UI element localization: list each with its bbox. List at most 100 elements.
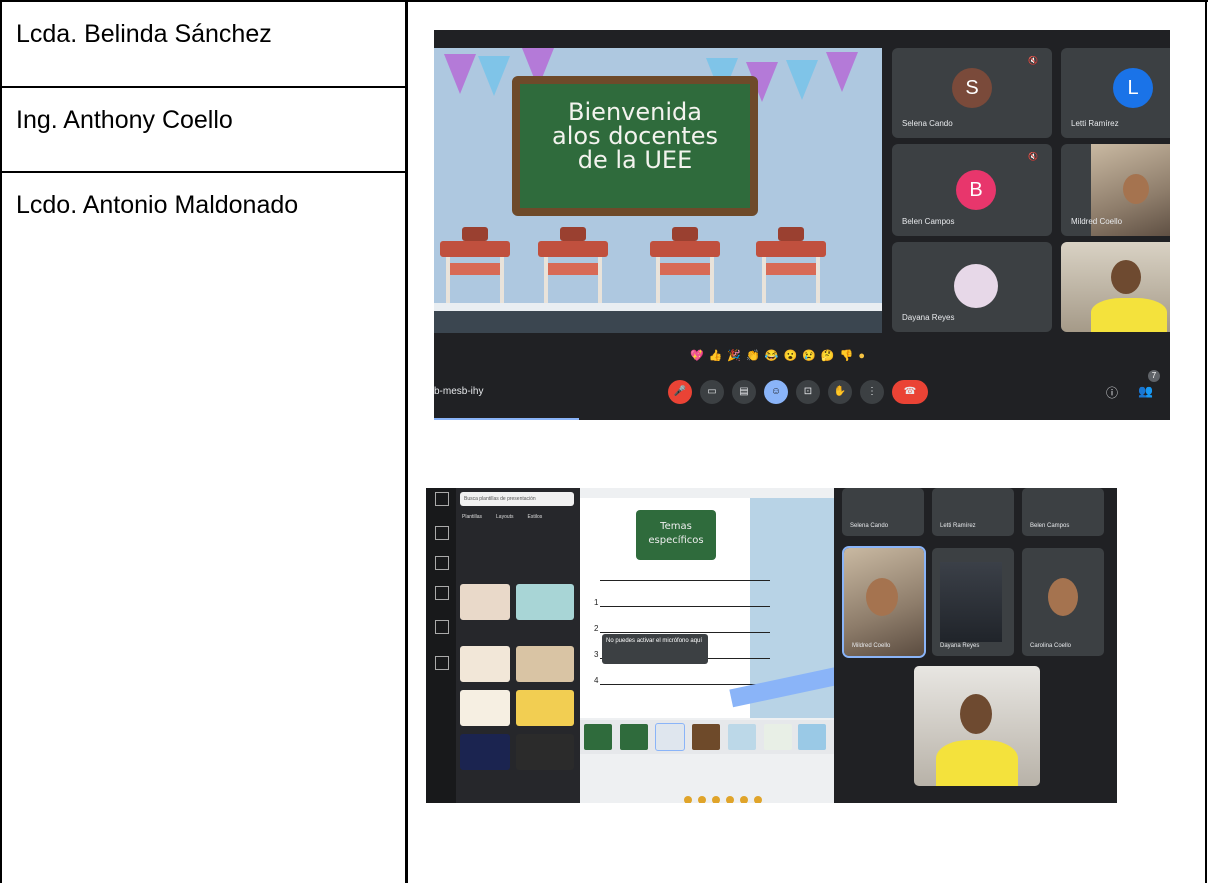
template-thumb[interactable] [516, 584, 574, 620]
table-border-left [0, 0, 2, 883]
participant-name: Belen Campos [902, 217, 955, 226]
participant-shirt [1091, 298, 1167, 332]
participant-name: Selena Cando [850, 523, 889, 529]
template-thumb[interactable] [516, 734, 574, 770]
page-thumb[interactable] [728, 724, 756, 750]
participant-tile[interactable]: L Letti Ramírez [1061, 48, 1170, 138]
participant-tile-active[interactable]: Mildred Coello [842, 546, 926, 658]
row-divider-2 [0, 171, 406, 173]
participant-name: Dayana Reyes [902, 313, 955, 322]
participant-tile[interactable]: Dayana Reyes [892, 242, 1052, 332]
templates-panel: Busca plantillas de presentación Plantil… [456, 488, 580, 803]
captions-button[interactable]: ▤ [732, 380, 756, 404]
participant-tile[interactable]: Letti Ramírez [932, 488, 1014, 536]
leave-call-button[interactable]: ☎ [892, 380, 928, 404]
tab-styles[interactable]: Estilos [528, 514, 543, 520]
people-icon[interactable]: 👥 [1138, 384, 1153, 398]
template-thumb[interactable] [516, 690, 574, 726]
participant-name: Mildred Coello [1071, 217, 1123, 226]
template-thumb[interactable] [460, 734, 510, 770]
more-reactions-icon[interactable]: ● [858, 348, 865, 364]
reaction-icon[interactable] [754, 796, 762, 803]
text-icon[interactable] [435, 586, 449, 600]
present-button[interactable]: ⊡ [796, 380, 820, 404]
page-thumb[interactable] [764, 724, 792, 750]
reaction-icon[interactable] [698, 796, 706, 803]
mic-toggle-button[interactable]: 🎤 [668, 380, 692, 404]
bunting-flag [786, 60, 818, 100]
meet-screenshot-1: Bienvenida alos docentes de la UEE S 🔇 S… [434, 30, 1170, 420]
captions-icon: ▤ [739, 386, 749, 397]
thumbs-up-reaction-icon[interactable]: 👍 [709, 348, 723, 364]
tab-templates[interactable]: Plantillas [462, 514, 482, 520]
page-thumb[interactable] [584, 724, 612, 750]
upload-icon[interactable] [435, 556, 449, 570]
participant-tile[interactable]: Dayana Reyes [932, 548, 1014, 656]
thumbs-down-reaction-icon[interactable]: 👎 [840, 348, 854, 364]
laugh-reaction-icon[interactable]: 😂 [765, 348, 779, 364]
sad-reaction-icon[interactable]: 😢 [802, 348, 816, 364]
row-number-4: 4 [594, 676, 599, 685]
tab-layouts[interactable]: Layouts [496, 514, 514, 520]
participant-tile[interactable]: Carolina Coello [1022, 548, 1104, 656]
participant-face [866, 578, 898, 616]
template-thumb[interactable] [460, 646, 510, 682]
school-desk [440, 227, 510, 303]
participant-avatar: L [1113, 68, 1153, 108]
emoji-button[interactable]: ☺ [764, 380, 788, 404]
document-table: Lcda. Belinda Sánchez Ing. Anthony Coell… [0, 0, 1208, 883]
info-icon[interactable]: ⓘ [1106, 384, 1118, 401]
participant-avatar [954, 264, 998, 308]
participant-face [1048, 578, 1078, 616]
participant-tile[interactable]: Selena Cando [842, 488, 924, 536]
apps-icon[interactable] [435, 656, 449, 670]
participant-face [1111, 260, 1141, 294]
camera-toggle-button[interactable]: ▭ [700, 380, 724, 404]
participant-tile[interactable]: Belen Campos [1022, 488, 1104, 536]
template-thumb[interactable] [460, 584, 510, 620]
raise-hand-button[interactable]: ✋ [828, 380, 852, 404]
row-divider-1 [0, 86, 406, 88]
clap-reaction-icon[interactable]: 👏 [746, 348, 760, 364]
page-thumb[interactable] [620, 724, 648, 750]
muted-mic-icon: 🔇 [1028, 152, 1038, 161]
reaction-icon[interactable] [726, 796, 734, 803]
party-reaction-icon[interactable]: 🎉 [727, 348, 741, 364]
reaction-bar [684, 796, 762, 803]
reaction-icon[interactable] [684, 796, 692, 803]
more-options-button[interactable]: ⋮ [860, 380, 884, 404]
design-icon[interactable] [435, 492, 449, 506]
participant-tile[interactable]: Mildred Coello [1061, 144, 1170, 236]
template-thumb[interactable] [460, 690, 510, 726]
mic-tooltip: No puedes activar el micrófono aquí [602, 634, 708, 664]
welcome-slide: Bienvenida alos docentes de la UEE [434, 48, 882, 333]
elements-icon[interactable] [435, 526, 449, 540]
template-search-input[interactable]: Busca plantillas de presentación [460, 492, 574, 506]
row-number-3: 3 [594, 650, 599, 659]
chalkboard-text: Bienvenida alos docentes de la UEE [520, 100, 750, 172]
slide-title-board: Temas específicos [636, 510, 716, 560]
slide-line [600, 684, 770, 685]
thinking-reaction-icon[interactable]: 🤔 [821, 348, 835, 364]
page-thumb[interactable] [798, 724, 826, 750]
reaction-icon[interactable] [740, 796, 748, 803]
participant-tile[interactable] [914, 666, 1040, 786]
template-thumb[interactable] [516, 646, 574, 682]
page-thumb[interactable] [655, 723, 685, 751]
participant-tile[interactable]: B 🔇 Belen Campos [892, 144, 1052, 236]
participant-tile[interactable] [1061, 242, 1170, 332]
bunting-flag [478, 56, 510, 96]
participant-tile[interactable]: S 🔇 Selena Cando [892, 48, 1052, 138]
surprised-reaction-icon[interactable]: 😮 [784, 348, 798, 364]
projects-icon[interactable] [435, 620, 449, 634]
page-thumb[interactable] [692, 724, 720, 750]
slide-line-3: de la UEE [577, 146, 693, 174]
emoji-icon: ☺ [770, 386, 782, 397]
reaction-icon[interactable] [712, 796, 720, 803]
bunting-flag [826, 52, 858, 92]
meeting-code: b-mesb-ihy [434, 386, 484, 397]
panel-tabs: Plantillas Layouts Estilos [462, 514, 542, 520]
heart-reaction-icon[interactable]: 💖 [690, 348, 704, 364]
bunting-flag [444, 54, 476, 94]
floor-stripe [434, 303, 882, 311]
